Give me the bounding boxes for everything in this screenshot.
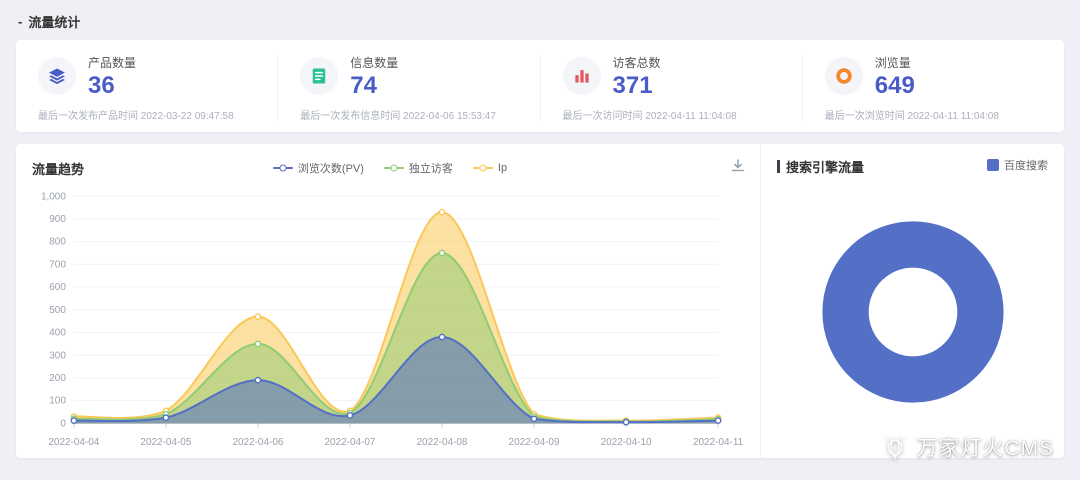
legend-label: 浏览次数(PV)	[298, 160, 364, 176]
svg-text:2022-04-09: 2022-04-09	[509, 437, 560, 448]
charts-card: 流量趋势 浏览次数(PV) 独立访客 Ip	[16, 144, 1064, 458]
search-title-text: 搜索引擎流量	[786, 157, 864, 176]
trend-chart: 0 100 200 300 400 500 600 700 800 900 1,000 2022-04…	[26, 186, 754, 454]
stat-label: 访客总数	[613, 54, 661, 71]
legend-item-uv[interactable]: 独立访客	[384, 160, 453, 176]
legend-label: 独立访客	[409, 160, 453, 176]
stat-value: 649	[875, 73, 915, 98]
svg-text:2022-04-07: 2022-04-07	[324, 437, 375, 448]
svg-text:2022-04-06: 2022-04-06	[232, 437, 283, 448]
download-icon[interactable]	[730, 158, 746, 179]
layers-icon	[38, 57, 76, 95]
stat-label: 信息数量	[350, 54, 398, 71]
traffic-trend-panel: 流量趋势 浏览次数(PV) 独立访客 Ip	[16, 144, 760, 458]
document-list-icon	[300, 57, 338, 95]
svg-text:2022-04-10: 2022-04-10	[601, 437, 652, 448]
stat-card-pageviews: 浏览量 649 最后一次浏览时间 2022-04-11 11:04:08	[803, 54, 1064, 122]
svg-text:100: 100	[49, 396, 66, 407]
legend-item-ip[interactable]: Ip	[473, 162, 507, 174]
svg-text:400: 400	[49, 328, 66, 339]
legend-item-pv[interactable]: 浏览次数(PV)	[273, 160, 364, 176]
svg-text:700: 700	[49, 260, 66, 271]
stats-summary-card: 产品数量 36 最后一次发布产品时间 2022-03-22 09:47:58 信…	[16, 40, 1064, 132]
svg-text:900: 900	[49, 214, 66, 225]
legend-label: 百度搜索	[1004, 157, 1048, 173]
stat-meta: 最后一次访问时间 2022-04-11 11:04:08	[563, 107, 780, 122]
section-header: - 流量统计	[0, 0, 1080, 40]
page-title: 流量统计	[28, 12, 80, 31]
stat-meta: 最后一次发布产品时间 2022-03-22 09:47:58	[38, 107, 255, 122]
trend-title: 流量趋势	[32, 159, 84, 178]
svg-text:800: 800	[49, 237, 66, 248]
svg-text:2022-04-08: 2022-04-08	[417, 437, 468, 448]
svg-text:500: 500	[49, 305, 66, 316]
trend-legend: 浏览次数(PV) 独立访客 Ip	[273, 160, 507, 176]
search-panel-title: 搜索引擎流量	[777, 157, 864, 176]
line-marker-icon	[273, 167, 293, 169]
collapse-toggle[interactable]: -	[18, 14, 22, 29]
square-marker-icon	[987, 159, 999, 171]
stat-value: 371	[613, 73, 661, 98]
stat-card-visitors: 访客总数 371 最后一次访问时间 2022-04-11 11:04:08	[541, 54, 803, 122]
svg-text:2022-04-04: 2022-04-04	[48, 437, 99, 448]
svg-text:2022-04-05: 2022-04-05	[140, 437, 191, 448]
legend-label: Ip	[498, 162, 507, 174]
svg-text:1,000: 1,000	[41, 191, 66, 202]
svg-text:200: 200	[49, 373, 66, 384]
svg-text:0: 0	[60, 418, 66, 429]
stat-value: 36	[88, 73, 136, 98]
svg-text:600: 600	[49, 282, 66, 293]
stat-meta: 最后一次浏览时间 2022-04-11 11:04:08	[825, 107, 1042, 122]
svg-text:2022-04-11: 2022-04-11	[693, 437, 744, 448]
search-engine-panel: 搜索引擎流量 百度搜索	[760, 144, 1064, 458]
title-bar-icon	[777, 160, 780, 173]
stat-value: 74	[350, 73, 398, 98]
eye-icon	[825, 57, 863, 95]
stat-card-messages: 信息数量 74 最后一次发布信息时间 2022-04-06 15:53:47	[278, 54, 540, 122]
stat-card-products: 产品数量 36 最后一次发布产品时间 2022-03-22 09:47:58	[16, 54, 278, 122]
stat-meta: 最后一次发布信息时间 2022-04-06 15:53:47	[300, 107, 517, 122]
svg-text:300: 300	[49, 350, 66, 361]
legend-item-baidu[interactable]: 百度搜索	[987, 157, 1048, 173]
donut-chart	[807, 206, 1019, 418]
line-marker-icon	[473, 167, 493, 169]
stat-label: 浏览量	[875, 54, 915, 71]
line-marker-icon	[384, 167, 404, 169]
dashboard-page: - 流量统计 产品数量 36 最后一次发布产品时间 2022-03-22 09:…	[0, 0, 1080, 480]
bar-chart-icon	[563, 57, 601, 95]
stat-label: 产品数量	[88, 54, 136, 71]
